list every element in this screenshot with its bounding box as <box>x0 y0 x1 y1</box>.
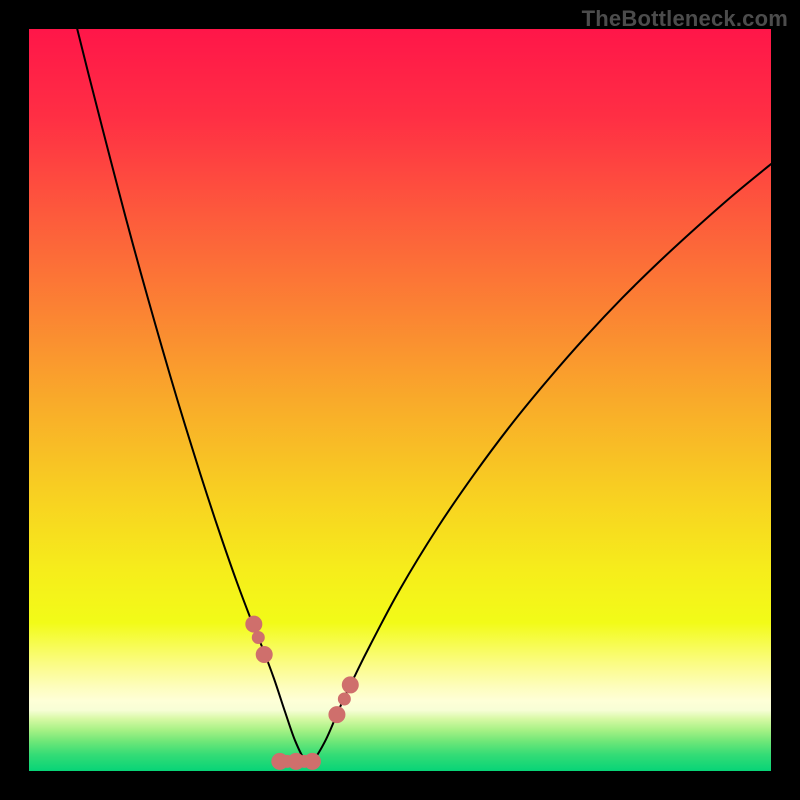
watermark-text: TheBottleneck.com <box>582 6 788 32</box>
plot-area <box>29 29 771 771</box>
data-marker <box>338 693 350 705</box>
data-marker <box>342 677 358 693</box>
gradient-background <box>29 29 771 771</box>
data-marker <box>304 753 320 769</box>
data-marker <box>246 616 262 632</box>
data-marker <box>252 631 264 643</box>
data-marker <box>329 707 345 723</box>
chart-frame: TheBottleneck.com <box>0 0 800 800</box>
data-marker <box>256 647 272 663</box>
chart-svg <box>29 29 771 771</box>
